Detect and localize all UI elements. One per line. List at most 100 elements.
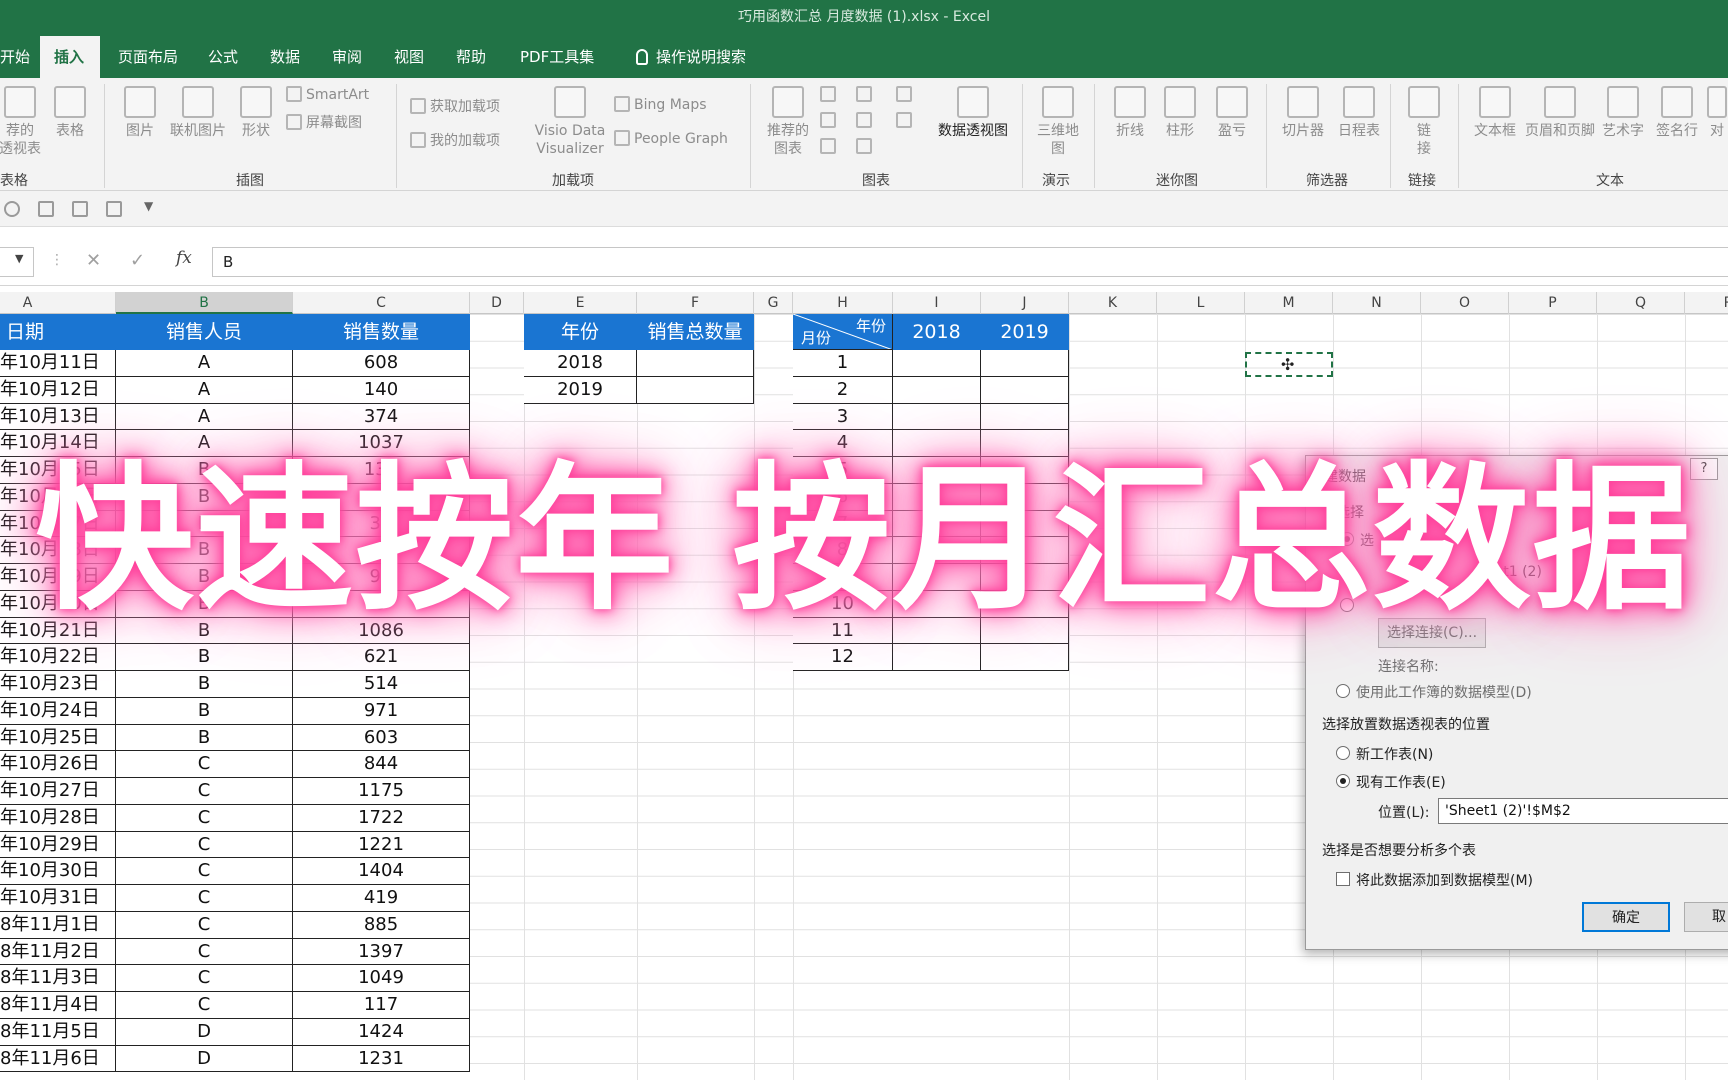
cell-salesperson[interactable]: D [116, 1045, 293, 1073]
tab-insert[interactable]: 插入 [40, 36, 100, 78]
cell-salesperson[interactable]: B [116, 590, 293, 618]
column-header-k[interactable]: K [1069, 292, 1157, 314]
cell-quantity[interactable]: 608 [293, 350, 470, 377]
cell-quantity[interactable]: 1722 [293, 804, 470, 832]
cell-month-total-2019[interactable] [981, 376, 1069, 404]
cancel-button[interactable]: 取 [1684, 902, 1728, 932]
column-header-i[interactable]: I [893, 292, 981, 314]
tab-data[interactable]: 数据 [256, 36, 314, 78]
cell-quantity[interactable]: 621 [293, 644, 470, 671]
cell-month[interactable]: 12 [793, 644, 893, 671]
cell-month-total-2019[interactable] [981, 590, 1069, 618]
range-value[interactable]: eet1 (2) [1486, 564, 1542, 580]
help-button[interactable]: ? [1690, 458, 1718, 480]
cell-salesperson[interactable]: B [116, 483, 293, 511]
people-graph-button[interactable]: People Graph [614, 130, 728, 147]
cell-quantity[interactable]: 1049 [293, 965, 470, 992]
cell-date[interactable]: 年10月20日 [0, 590, 116, 618]
cell-salesperson[interactable]: C [116, 778, 293, 805]
column-header-m[interactable]: M [1245, 292, 1333, 314]
cell-month-total-2018[interactable] [893, 617, 981, 645]
cell-quantity[interactable]: 1424 [293, 1018, 470, 1046]
cell-date[interactable]: 8年11月1日 [0, 911, 116, 939]
cell-month-total-2018[interactable] [893, 510, 981, 538]
cell-total[interactable] [637, 376, 754, 404]
cell-salesperson[interactable]: D [116, 1018, 293, 1046]
cell-month-total-2019[interactable] [981, 644, 1069, 671]
location-input[interactable]: 'Sheet1 (2)'!$M$2 [1438, 798, 1728, 824]
textbox-button[interactable]: 文本框 [1472, 86, 1518, 140]
cell-month-total-2019[interactable] [981, 403, 1069, 431]
cell-date[interactable]: 年10月29日 [0, 831, 116, 859]
cell-quantity[interactable]: 885 [293, 911, 470, 939]
cell-salesperson[interactable]: B [116, 510, 293, 538]
column-header-d[interactable]: D [470, 292, 524, 314]
redo-icon[interactable] [4, 201, 20, 217]
recommended-charts-button[interactable]: 推荐的 图表 [764, 86, 812, 158]
header-total-quantity[interactable]: 销售总数量 [637, 314, 754, 350]
column-header-g[interactable]: G [754, 292, 793, 314]
cell-salesperson[interactable]: B [116, 724, 293, 752]
cell-date[interactable]: 年10月15日 [0, 457, 116, 484]
sparkline-winloss-button[interactable]: 盈亏 [1212, 86, 1252, 140]
select-table-radio[interactable] [1340, 532, 1354, 546]
column-header-a[interactable]: A [0, 292, 116, 314]
cell-month-total-2018[interactable] [893, 403, 981, 431]
bing-maps-button[interactable]: Bing Maps [614, 96, 707, 113]
cell-month[interactable]: 4 [793, 430, 893, 457]
cell-quantity[interactable]: 1221 [293, 831, 470, 859]
cell-quantity[interactable]: 603 [293, 724, 470, 752]
cell-month-total-2019[interactable] [981, 457, 1069, 484]
column-header-e[interactable]: E [524, 292, 637, 314]
cell-quantity[interactable]: 139 [293, 457, 470, 484]
cell-date[interactable]: 8年11月3日 [0, 965, 116, 992]
cell-month[interactable]: 8 [793, 537, 893, 564]
cell-date[interactable]: 年10月11日 [0, 350, 116, 377]
combo-chart-button[interactable] [896, 112, 916, 129]
cell-quantity[interactable]: 1404 [293, 858, 470, 885]
cell-month-total-2019[interactable] [981, 510, 1069, 538]
object-button[interactable]: 对 [1706, 86, 1728, 140]
column-header-b[interactable]: B [116, 292, 293, 314]
cell-salesperson[interactable]: A [116, 430, 293, 457]
header-quantity[interactable]: 销售数量 [293, 314, 470, 350]
cell-date[interactable]: 年10月28日 [0, 804, 116, 832]
statistic-chart-button[interactable] [856, 112, 876, 129]
tab-help[interactable]: 帮助 [442, 36, 500, 78]
cell-date[interactable]: 年10月22日 [0, 644, 116, 671]
column-header-q[interactable]: Q [1597, 292, 1685, 314]
recommended-pivot-button[interactable]: 荐的 透视表 [0, 86, 44, 158]
cell-quantity[interactable]: 117 [293, 992, 470, 1019]
header-date[interactable]: 日期 [0, 314, 116, 350]
tab-review[interactable]: 审阅 [318, 36, 376, 78]
cell-salesperson[interactable]: A [116, 403, 293, 431]
cell-month-total-2018[interactable] [893, 430, 981, 457]
cell-quantity[interactable]: 419 [293, 885, 470, 912]
sort-icon[interactable] [72, 201, 88, 217]
cell-quantity[interactable]: 1037 [293, 430, 470, 457]
cell-month-total-2019[interactable] [981, 564, 1069, 591]
cell-salesperson[interactable]: C [116, 938, 293, 966]
cell-salesperson[interactable]: C [116, 911, 293, 939]
cell-date[interactable]: 年10月14日 [0, 430, 116, 457]
cell-salesperson[interactable]: A [116, 376, 293, 404]
header-salesperson[interactable]: 销售人员 [116, 314, 293, 350]
cell-month-total-2019[interactable] [981, 483, 1069, 511]
cell-date[interactable]: 年10月16日 [0, 483, 116, 511]
cell-salesperson[interactable]: C [116, 858, 293, 885]
column-header-n[interactable]: N [1333, 292, 1421, 314]
name-box[interactable]: ▼ [0, 247, 34, 277]
cell-quantity[interactable]: 971 [293, 697, 470, 725]
insert-function-button[interactable]: fx [176, 248, 192, 268]
cell-quantity[interactable]: 140 [293, 376, 470, 404]
copy-format-icon[interactable] [106, 201, 122, 217]
formula-input[interactable]: B [212, 247, 1728, 277]
cell-date[interactable]: 8年11月2日 [0, 938, 116, 966]
cell-date[interactable]: 年10月24日 [0, 697, 116, 725]
hierarchy-chart-button[interactable] [856, 86, 876, 103]
cell-month-total-2018[interactable] [893, 564, 981, 591]
cell-quantity[interactable]: 1397 [293, 938, 470, 966]
cancel-entry-button[interactable]: ✕ [86, 250, 101, 271]
cell-quantity[interactable]: 36 [293, 510, 470, 538]
pivot-chart-button[interactable]: 数据透视图 [936, 86, 1010, 140]
